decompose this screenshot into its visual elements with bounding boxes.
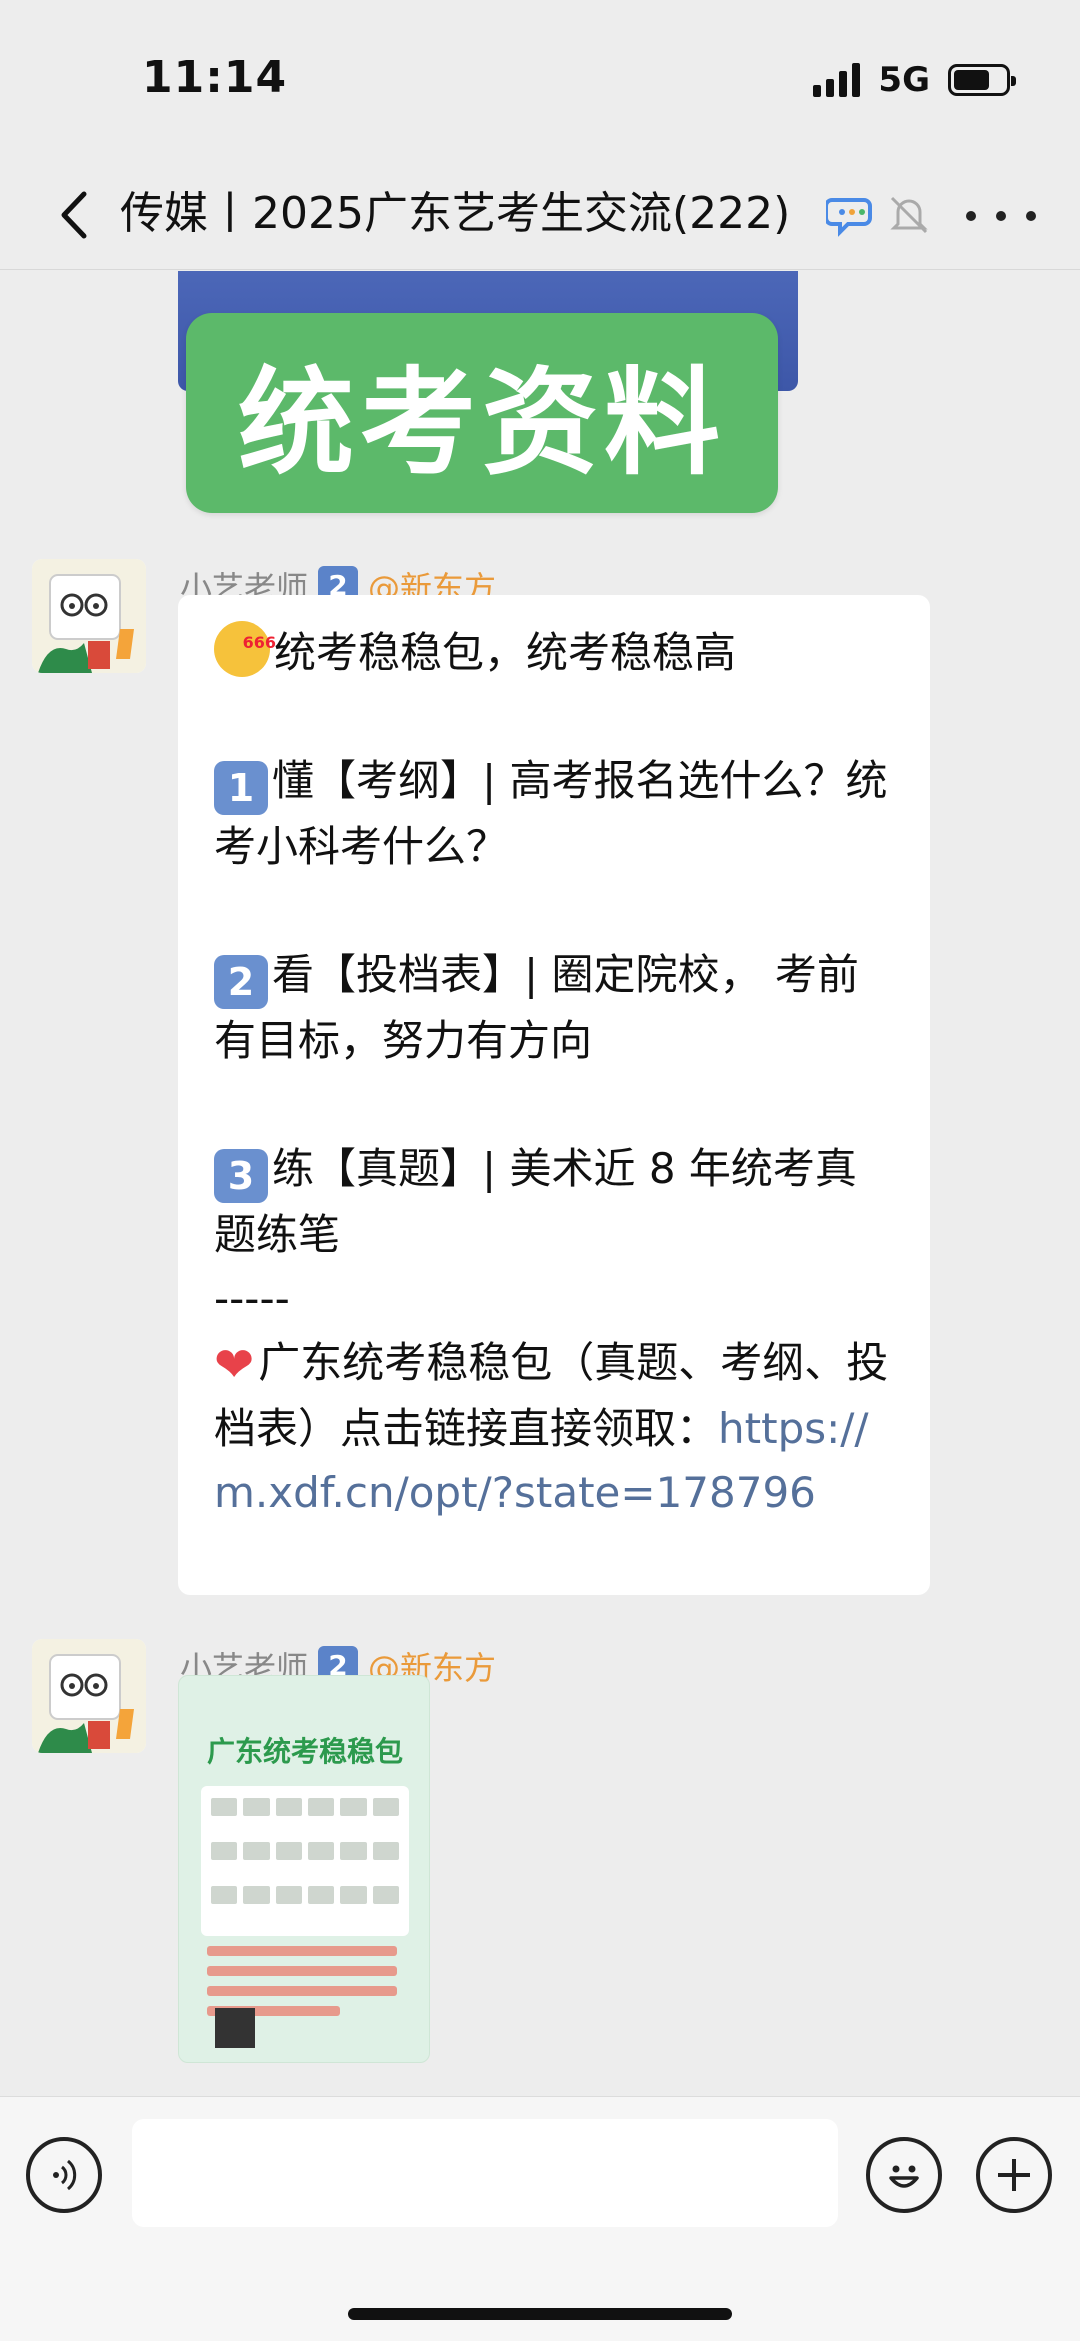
group-chat-icon[interactable] (824, 190, 876, 240)
home-indicator[interactable] (348, 2308, 732, 2320)
chat-messages[interactable]: 统考资料 小艺老师 2 @新东方 统考稳稳包，统考稳稳高 1懂【考纲】| 高考报… (0, 271, 1080, 2096)
top-banner: 统考资料 (186, 313, 778, 513)
status-time: 11:14 (142, 52, 288, 103)
message-line: 练【真题】| 美术近 8 年统考真题练笔 (214, 1144, 857, 1259)
plus-icon (998, 2159, 1030, 2191)
chat-header: 传媒丨2025广东艺考生交流(222) (0, 160, 1080, 270)
more-actions-button[interactable] (976, 2137, 1052, 2213)
number-3-icon: 3 (214, 1149, 268, 1203)
status-bar: 11:14 5G (0, 0, 1080, 160)
avatar[interactable] (32, 1639, 146, 1753)
network-label: 5G (878, 60, 930, 100)
avatar-icon (32, 559, 146, 673)
voice-icon (53, 2159, 77, 2191)
back-icon (61, 191, 87, 239)
image-message-poster[interactable]: 广东统考稳稳包 (178, 1675, 430, 2063)
back-button[interactable] (40, 180, 110, 250)
status-indicators: 5G (813, 60, 1016, 100)
emoji-button[interactable] (866, 2137, 942, 2213)
poster-grid (201, 1786, 409, 1936)
qr-code-icon (215, 2008, 255, 2048)
message-line: 看【投档表】| 圈定院校， 考前有目标，努力有方向 (214, 950, 859, 1065)
voice-button[interactable] (26, 2137, 102, 2213)
more-icon (966, 211, 976, 221)
message-line: 懂【考纲】| 高考报名选什么？统考小科考什么？ (214, 756, 888, 871)
number-2-icon: 2 (214, 955, 268, 1009)
mute-icon (884, 190, 934, 240)
message-line: 统考稳稳包，统考稳稳高 (274, 628, 737, 677)
more-button[interactable] (966, 188, 1036, 244)
signal-icon (813, 63, 861, 97)
text-message-bubble[interactable]: 统考稳稳包，统考稳稳高 1懂【考纲】| 高考报名选什么？统考小科考什么？ 2看【… (178, 595, 930, 1595)
avatar[interactable] (32, 559, 146, 673)
avatar-icon (32, 1639, 146, 1753)
input-bar (0, 2096, 1080, 2341)
battery-icon (948, 64, 1016, 96)
emoji-icon (889, 2165, 919, 2188)
smug-emoji-icon (214, 611, 276, 677)
chat-title[interactable]: 传媒丨2025广东艺考生交流(222) (120, 182, 820, 246)
message-input[interactable] (132, 2119, 838, 2227)
top-banner-text: 统考资料 (238, 356, 726, 491)
number-1-icon: 1 (214, 761, 268, 815)
heart-icon: ❤ (214, 1337, 255, 1393)
poster-title: 广东统考稳稳包 (206, 1735, 403, 1768)
separator: ----- (214, 1274, 290, 1323)
